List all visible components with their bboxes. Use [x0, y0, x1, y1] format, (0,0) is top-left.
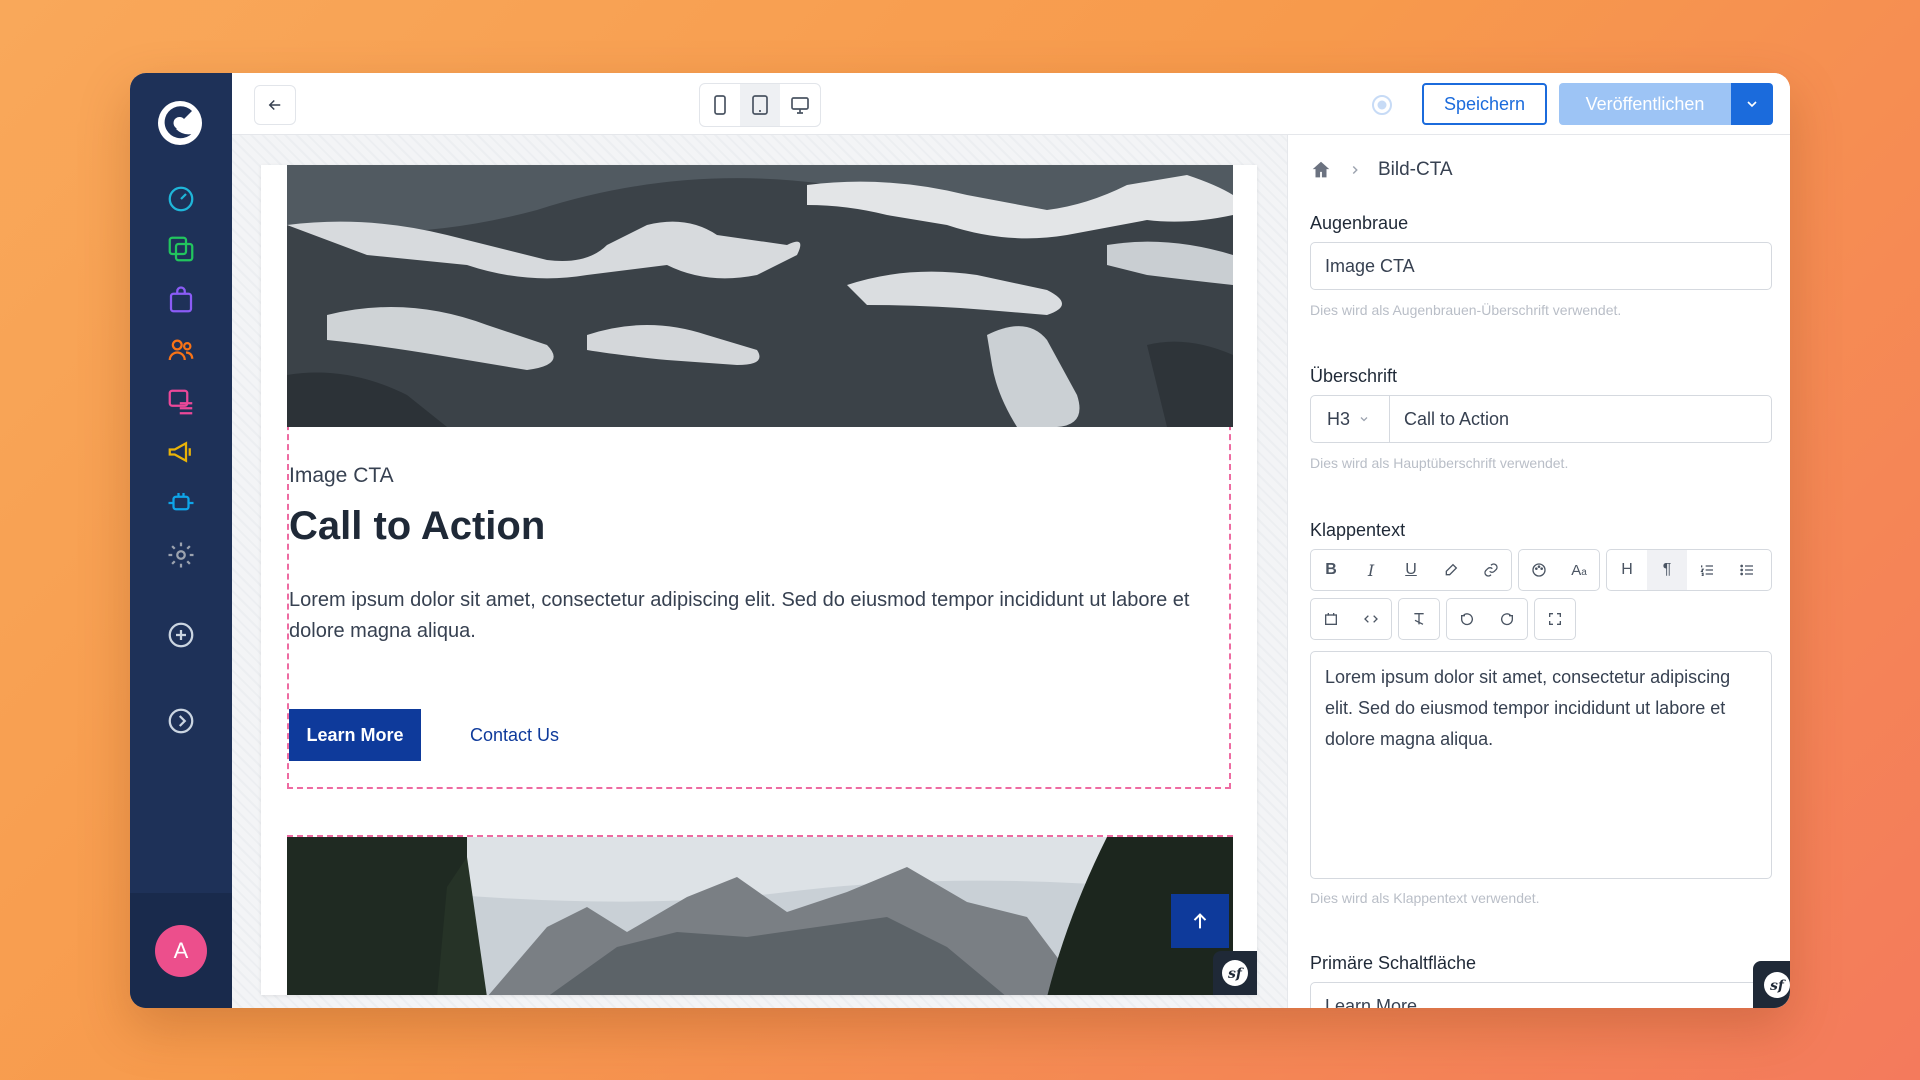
undo-icon[interactable] — [1447, 599, 1487, 639]
plugin-icon[interactable] — [163, 485, 199, 521]
users-icon[interactable] — [163, 332, 199, 368]
ordered-list-icon[interactable] — [1687, 550, 1727, 590]
contact-us-link[interactable]: Contact Us — [470, 725, 559, 746]
paragraph-icon[interactable]: ¶ — [1647, 550, 1687, 590]
bold-icon[interactable]: B — [1311, 550, 1351, 590]
eyebrow-input[interactable]: Image CTA — [1310, 242, 1772, 290]
format-toolbar-group-6 — [1446, 598, 1528, 640]
eyebrow-label: Augenbraue — [1310, 213, 1409, 233]
heading-level-select[interactable]: H3 — [1310, 395, 1390, 443]
code-icon[interactable] — [1351, 599, 1391, 639]
heading-level-value: H3 — [1327, 408, 1351, 429]
eyebrow-help: Dies wird als Augenbrauen-Überschrift ve… — [1310, 302, 1622, 318]
brand-logo-icon[interactable] — [154, 97, 206, 149]
image-cta-block[interactable]: Image CTA Call to Action Lorem ipsum dol… — [287, 165, 1233, 789]
arrow-up-icon — [1193, 913, 1207, 929]
cta-eyebrow: Image CTA — [289, 464, 394, 487]
bullet-list-icon[interactable] — [1727, 550, 1767, 590]
dashboard-gauge-icon[interactable] — [163, 181, 199, 217]
preview-page: Image CTA Call to Action Lorem ipsum dol… — [261, 165, 1257, 995]
desktop-icon — [791, 97, 809, 114]
desktop-view-button[interactable] — [780, 84, 820, 126]
avatar[interactable]: A — [155, 925, 207, 977]
chevron-down-icon — [1360, 417, 1368, 422]
expand-sidebar-icon[interactable] — [163, 703, 199, 739]
format-toolbar-group-1: B I U — [1310, 549, 1512, 591]
tablet-view-button[interactable] — [740, 84, 780, 126]
scroll-to-top-button[interactable] — [1171, 894, 1229, 948]
phone-icon — [714, 95, 726, 115]
breadcrumb-current: Bild-CTA — [1378, 159, 1453, 180]
mountain-snow-image — [287, 165, 1233, 427]
publish-button[interactable]: Veröffentlichen — [1559, 83, 1731, 125]
status-indicator-icon — [1371, 94, 1393, 116]
font-size-icon[interactable]: Aa — [1559, 550, 1599, 590]
link-icon[interactable] — [1471, 550, 1511, 590]
learn-more-button[interactable]: Learn More — [289, 709, 421, 761]
breadcrumb: Bild-CTA — [1310, 159, 1453, 181]
blurb-help: Dies wird als Klappentext verwendet. — [1310, 890, 1540, 906]
app-window: A Speichern Veröffentlichen Image CTA Ca… — [130, 73, 1790, 1008]
heading-input[interactable]: Call to Action — [1389, 395, 1772, 443]
publish-options-button[interactable] — [1731, 83, 1773, 125]
save-button[interactable]: Speichern — [1422, 83, 1547, 125]
arrow-left-icon — [268, 99, 281, 111]
sidebar-user-area: A — [130, 893, 232, 1008]
color-palette-icon[interactable] — [1519, 550, 1559, 590]
megaphone-icon[interactable] — [163, 434, 199, 470]
sidebar: A — [130, 73, 232, 1008]
format-toolbar-group-7 — [1534, 598, 1576, 640]
back-button[interactable] — [254, 85, 296, 125]
tablet-icon — [752, 95, 768, 115]
heading-label: Überschrift — [1310, 366, 1398, 386]
cta-blurb: Lorem ipsum dolor sit amet, consectetur … — [289, 589, 1190, 642]
mountain-forest-image — [287, 835, 1233, 995]
preview-canvas: Image CTA Call to Action Lorem ipsum dol… — [232, 135, 1287, 1008]
blurb-textarea[interactable]: Lorem ipsum dolor sit amet, consectetur … — [1310, 651, 1772, 879]
shopping-bag-icon[interactable] — [163, 282, 199, 318]
editor-topbar: Speichern Veröffentlichen — [232, 73, 1790, 135]
format-toolbar-group-4 — [1310, 598, 1392, 640]
heading-icon[interactable]: H — [1607, 550, 1647, 590]
italic-icon[interactable]: I — [1351, 550, 1391, 590]
block-insert-icon[interactable] — [1311, 599, 1351, 639]
fullscreen-icon[interactable] — [1535, 599, 1575, 639]
symfony-toolbar-icon[interactable]: sf — [1213, 951, 1257, 995]
primary-button-label: Primäre Schaltfläche — [1310, 953, 1477, 973]
underline-icon[interactable]: U — [1391, 550, 1431, 590]
cta-heading: Call to Action — [289, 504, 546, 548]
chevron-right-icon — [1352, 165, 1358, 175]
pages-copy-icon[interactable] — [163, 231, 199, 267]
settings-gear-icon[interactable] — [163, 537, 199, 573]
home-icon[interactable] — [1310, 159, 1332, 181]
format-toolbar-group-2: Aa — [1518, 549, 1600, 591]
device-switcher — [699, 83, 821, 127]
heading-help: Dies wird als Hauptüberschrift verwendet… — [1310, 455, 1569, 471]
symfony-toolbar-icon[interactable]: sf — [1753, 961, 1790, 1008]
settings-panel: Bild-CTA Augenbraue Image CTA Dies wird … — [1287, 135, 1790, 1008]
format-toolbar-group-5 — [1398, 598, 1440, 640]
highlight-pen-icon[interactable] — [1431, 550, 1471, 590]
add-circle-icon[interactable] — [163, 617, 199, 653]
content-list-icon[interactable] — [163, 384, 199, 420]
primary-button-input[interactable]: Learn More — [1310, 982, 1772, 1008]
chevron-down-icon — [1747, 101, 1757, 108]
mobile-view-button[interactable] — [700, 84, 740, 126]
blurb-label: Klappentext — [1310, 520, 1406, 540]
clear-format-icon[interactable] — [1399, 599, 1439, 639]
redo-icon[interactable] — [1487, 599, 1527, 639]
format-toolbar-group-3: H ¶ — [1606, 549, 1772, 591]
